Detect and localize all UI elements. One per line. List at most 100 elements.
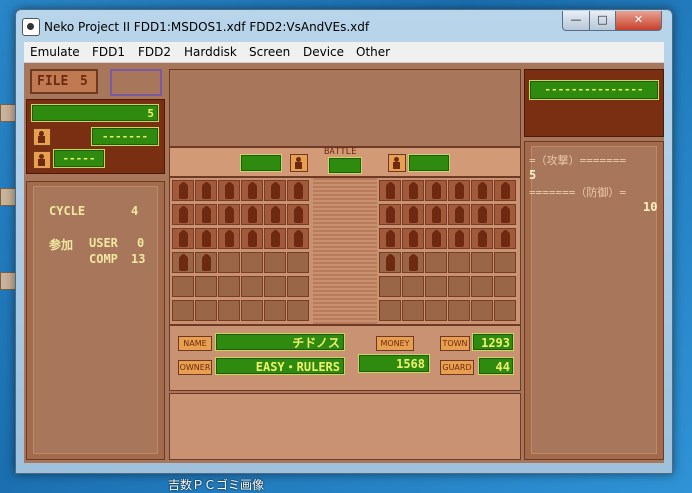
grid-cell[interactable]: [287, 228, 309, 249]
grid-cell[interactable]: [172, 300, 194, 321]
grid-cell[interactable]: [471, 180, 493, 201]
grid-cell[interactable]: [241, 300, 263, 321]
person-icon: [33, 151, 51, 169]
grid-cell[interactable]: [494, 180, 516, 201]
grid-cell[interactable]: [471, 300, 493, 321]
grid-cell[interactable]: [241, 204, 263, 225]
grid-cell[interactable]: [195, 252, 217, 273]
grid-cell[interactable]: [195, 276, 217, 297]
grid-cell[interactable]: [264, 300, 286, 321]
grid-cell[interactable]: [264, 252, 286, 273]
grid-cell[interactable]: [195, 180, 217, 201]
grid-cell[interactable]: [402, 276, 424, 297]
grid-cell[interactable]: [494, 252, 516, 273]
close-button[interactable]: ✕: [615, 11, 662, 31]
grid-cell[interactable]: [172, 180, 194, 201]
menu-other[interactable]: Other: [356, 45, 390, 59]
owner-value: EASY・RULERS: [215, 357, 345, 375]
menu-harddisk[interactable]: Harddisk: [184, 45, 237, 59]
grid-cell[interactable]: [425, 204, 447, 225]
soldier-icon: [179, 254, 188, 271]
desktop-caption[interactable]: 吉数ＰＣゴミ画像: [168, 476, 264, 493]
grid-cell[interactable]: [218, 252, 240, 273]
grid-cell[interactable]: [425, 300, 447, 321]
grid-cell[interactable]: [425, 276, 447, 297]
grid-cell[interactable]: [471, 204, 493, 225]
emulator-screen[interactable]: FILE 5 5 $ ------- ----- CYCLE 4 参加 USER…: [24, 63, 664, 463]
file-number: 5: [80, 74, 88, 89]
grid-cell[interactable]: [448, 300, 470, 321]
grid-cell[interactable]: [425, 180, 447, 201]
grid-cell[interactable]: [402, 300, 424, 321]
menu-fdd2[interactable]: FDD2: [138, 45, 171, 59]
grid-cell[interactable]: [379, 252, 401, 273]
grid-cell[interactable]: [379, 228, 401, 249]
grid-cell[interactable]: [195, 300, 217, 321]
grid-cell[interactable]: [264, 204, 286, 225]
grid-cell[interactable]: [218, 300, 240, 321]
grid-cell[interactable]: [448, 228, 470, 249]
maximize-button[interactable]: □: [589, 11, 616, 31]
grid-cell[interactable]: [494, 276, 516, 297]
grid-cell[interactable]: [425, 228, 447, 249]
grid-cell[interactable]: [471, 252, 493, 273]
grid-cell[interactable]: [425, 252, 447, 273]
grid-cell[interactable]: [287, 300, 309, 321]
grid-cell[interactable]: [287, 180, 309, 201]
grid-cell[interactable]: [241, 228, 263, 249]
grid-cell[interactable]: [241, 252, 263, 273]
grid-cell[interactable]: [494, 228, 516, 249]
grid-cell[interactable]: [287, 252, 309, 273]
grid-cell[interactable]: [471, 276, 493, 297]
grid-cell[interactable]: [379, 300, 401, 321]
grid-cell[interactable]: [402, 228, 424, 249]
grid-cell[interactable]: [379, 180, 401, 201]
soldier-icon: [225, 206, 234, 223]
grid-cell[interactable]: [494, 204, 516, 225]
grid-cell[interactable]: [448, 276, 470, 297]
grid-cell[interactable]: [172, 276, 194, 297]
title-bar[interactable]: Neko Project II FDD1:MSDOS1.xdf FDD2:VsA…: [16, 10, 672, 42]
menu-emulate[interactable]: Emulate: [30, 45, 80, 59]
grid-cell[interactable]: [379, 276, 401, 297]
grid-cell[interactable]: [172, 252, 194, 273]
soldier-icon: [478, 182, 487, 199]
menu-fdd1[interactable]: FDD1: [92, 45, 125, 59]
grid-cell[interactable]: [471, 228, 493, 249]
grid-cell[interactable]: [195, 228, 217, 249]
desktop-icon[interactable]: [0, 272, 16, 312]
desktop-icon[interactable]: [0, 188, 16, 228]
grid-cell[interactable]: [218, 276, 240, 297]
grid-cell[interactable]: [264, 228, 286, 249]
menu-screen[interactable]: Screen: [249, 45, 290, 59]
grid-cell[interactable]: [264, 180, 286, 201]
grid-cell[interactable]: [448, 180, 470, 201]
grid-cell[interactable]: [218, 204, 240, 225]
menu-device[interactable]: Device: [303, 45, 344, 59]
grid-cell[interactable]: [402, 180, 424, 201]
grid-cell[interactable]: [494, 300, 516, 321]
soldier-icon: [386, 254, 395, 271]
desktop-icon[interactable]: [0, 104, 16, 144]
grid-cell[interactable]: [379, 204, 401, 225]
grid-cell[interactable]: [402, 252, 424, 273]
grid-cell[interactable]: [287, 204, 309, 225]
grid-cell[interactable]: [172, 228, 194, 249]
grid-cell[interactable]: [195, 204, 217, 225]
town-tag: TOWN: [440, 336, 470, 351]
user-value: 0: [137, 236, 145, 250]
grid-cell[interactable]: [287, 276, 309, 297]
grid-cell[interactable]: [448, 252, 470, 273]
grid-cell[interactable]: [448, 204, 470, 225]
minimize-button[interactable]: —: [562, 11, 590, 31]
grid-cell[interactable]: [241, 180, 263, 201]
cat-icon[interactable]: [22, 18, 40, 36]
grid-cell[interactable]: [241, 276, 263, 297]
grid-cell[interactable]: [402, 204, 424, 225]
grid-cell[interactable]: [218, 228, 240, 249]
grid-cell[interactable]: [218, 180, 240, 201]
grid-cell[interactable]: [172, 204, 194, 225]
battle-grid: [169, 177, 521, 325]
grid-cell[interactable]: [264, 276, 286, 297]
defense-line: =======（防御）=: [529, 186, 626, 199]
